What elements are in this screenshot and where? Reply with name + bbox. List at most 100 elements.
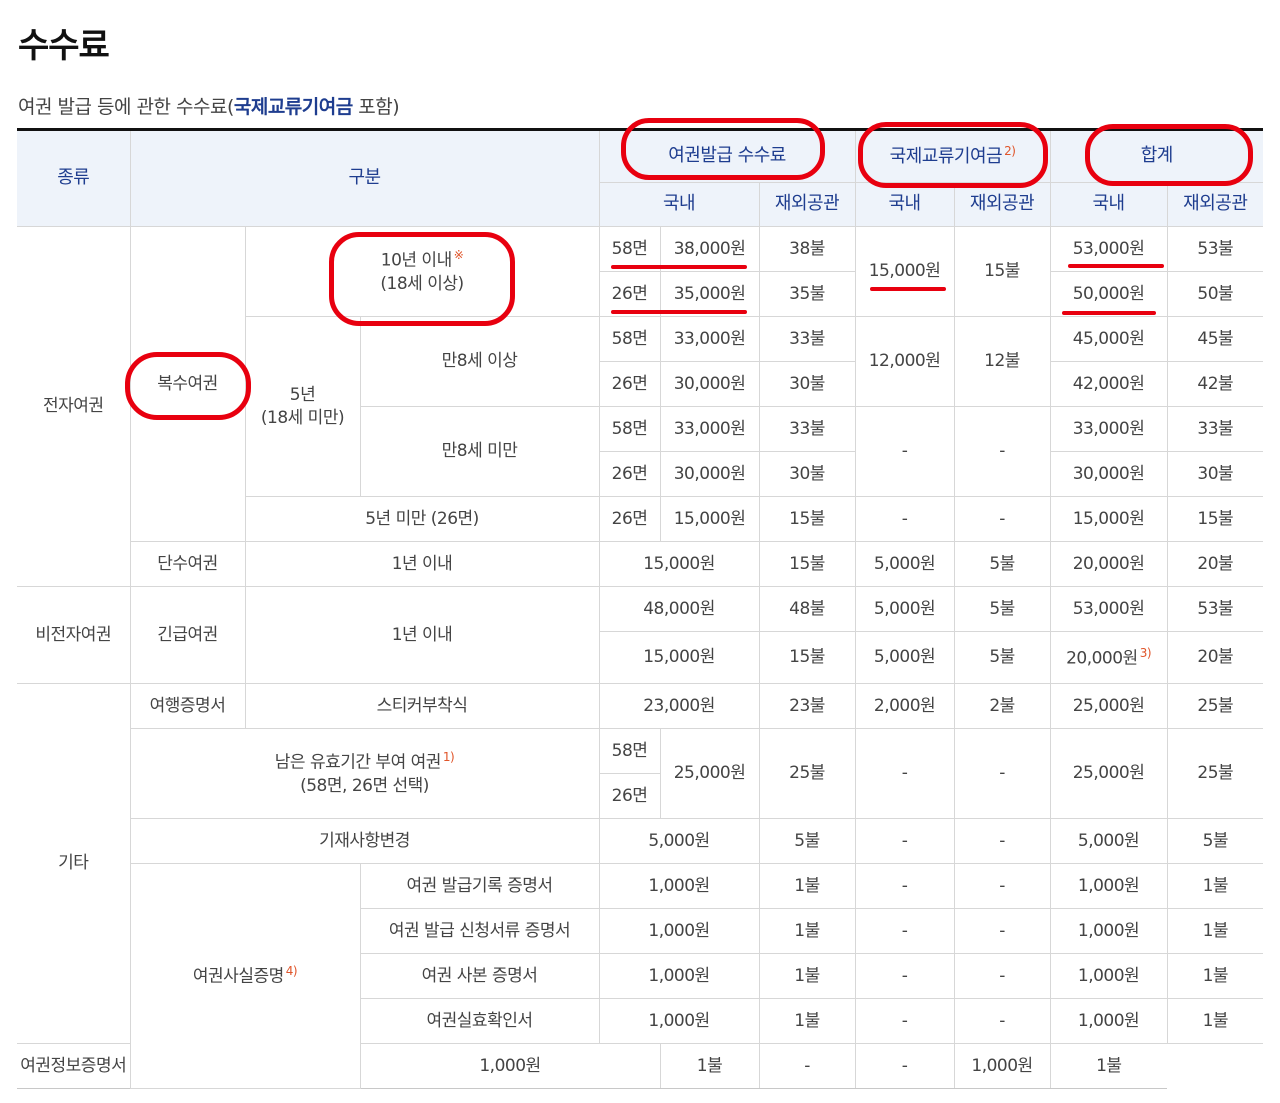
- cell-fee: 25,000원: [659, 728, 760, 819]
- cell-e-passport: 전자여권: [17, 226, 131, 587]
- annotation-underline: [611, 310, 747, 314]
- cell-total: 5불: [1166, 818, 1264, 864]
- cell-fee: 30불: [758, 361, 856, 407]
- cell-total: 50불: [1166, 271, 1264, 317]
- table-row: 단수여권 1년 이내 15,000원 15불 5,000원 5불 20,000원…: [17, 541, 1264, 587]
- cell-pages: 58면: [598, 406, 661, 452]
- annotation-oval-multiple: [125, 352, 251, 420]
- cell-total: 1불: [1166, 953, 1264, 999]
- cell-contribution: -: [854, 953, 955, 999]
- header-overseas: 재외공관: [758, 182, 856, 227]
- header-category: 구분: [129, 129, 600, 227]
- cell-fee: 1불: [758, 908, 856, 954]
- cell-total: 30불: [1166, 451, 1264, 497]
- cell-contribution: 12,000원: [854, 316, 955, 407]
- cell-total: 1,000원: [1049, 953, 1168, 999]
- cell-total: 42불: [1166, 361, 1264, 407]
- cell-fee: 15불: [758, 496, 856, 542]
- cell-fee: 1,000원: [598, 908, 760, 954]
- cell-contribution: -: [953, 728, 1051, 819]
- cell-cert-type: 여권 발급기록 증명서: [359, 863, 600, 909]
- cell-fee: 1불: [659, 1043, 760, 1089]
- cell-total: 33불: [1166, 406, 1264, 452]
- cell-modify: 기재사항변경: [130, 818, 600, 864]
- cell-contribution: 15,000원: [854, 226, 955, 317]
- cell-contribution: -: [953, 496, 1051, 542]
- cell-fee: 1,000원: [598, 998, 760, 1044]
- cell-fee: 23불: [758, 683, 856, 729]
- cell-under5: 5년 미만 (26면): [245, 496, 600, 542]
- cell-contribution: 2,000원: [854, 683, 955, 729]
- header-domestic: 국내: [1049, 182, 1168, 227]
- cell-contribution: 2불: [953, 683, 1051, 729]
- cell-contribution: -: [854, 998, 955, 1044]
- cell-total: 45불: [1166, 316, 1264, 362]
- cell-cert-type: 여권 발급 신청서류 증명서: [360, 908, 600, 954]
- cell-contribution: -: [854, 496, 955, 542]
- cell-fee: 48불: [758, 586, 856, 632]
- cell-total: 53불: [1166, 586, 1264, 632]
- cell-fee: 48,000원: [598, 586, 760, 632]
- annotation-underline: [1068, 264, 1164, 268]
- cell-total: 1불: [1049, 1043, 1168, 1089]
- cell-contribution: -: [854, 908, 955, 954]
- cell-contribution: -: [953, 998, 1051, 1044]
- cell-total: 33,000원: [1049, 406, 1168, 452]
- cell-pages: 26면: [599, 773, 661, 819]
- cell-total: 15불: [1166, 496, 1264, 542]
- cell-pages: 26면: [598, 496, 661, 542]
- annotation-underline: [870, 287, 946, 291]
- cell-fee: 30,000원: [659, 361, 760, 407]
- cell-cert-type: 여권 사본 증명서: [360, 953, 600, 999]
- cell-single-passport: 단수여권: [130, 541, 246, 587]
- cell-over8: 만8세 이상: [359, 316, 600, 407]
- header-overseas: 재외공관: [1166, 182, 1264, 227]
- cell-contribution: 15불: [953, 226, 1051, 317]
- cell-total: 53,000원: [1049, 586, 1168, 632]
- cell-contribution: 5불: [953, 631, 1051, 684]
- cell-contribution: 5,000원: [854, 586, 955, 632]
- cell-remaining: 남은 유효기간 부여 여권 1) (58면, 26면 선택): [130, 728, 600, 819]
- cell-total: 1,000원: [953, 1043, 1051, 1089]
- cell-fact-cert: 여권사실증명 4): [130, 863, 361, 1089]
- cell-sticker: 스티커부착식: [244, 683, 600, 729]
- cell-contribution: 5불: [953, 541, 1051, 587]
- cell-fee: 15,000원: [659, 496, 760, 542]
- cell-contribution: -: [854, 406, 955, 497]
- cell-contribution: -: [953, 818, 1051, 864]
- cell-fee: 15,000원: [598, 541, 760, 587]
- annotation-oval-total: [1085, 124, 1253, 186]
- cell-contribution: 12불: [953, 316, 1051, 407]
- cell-five-years: 5년 (18세 미만): [245, 316, 361, 497]
- cell-fee: 15불: [758, 631, 856, 684]
- cell-fee: 15,000원: [599, 631, 760, 684]
- cell-total: 45,000원: [1049, 316, 1168, 362]
- cell-fee: 30불: [758, 451, 856, 497]
- annotation-underline: [1062, 311, 1156, 315]
- header-overseas: 재외공관: [953, 182, 1051, 227]
- cell-total: 25,000원: [1049, 683, 1168, 729]
- cell-contribution: 5,000원: [854, 631, 955, 684]
- cell-within1: 1년 이내: [244, 541, 600, 587]
- cell-fee: 1불: [758, 998, 856, 1044]
- cell-contribution: -: [953, 908, 1051, 954]
- cell-total: 42,000원: [1049, 361, 1168, 407]
- header-domestic: 국내: [854, 182, 955, 227]
- cell-fee: 15불: [758, 541, 856, 587]
- cell-fee: 1,000원: [598, 953, 760, 999]
- cell-total: 20불: [1166, 541, 1264, 587]
- cell-fee: 35불: [758, 271, 856, 317]
- cell-total: 53불: [1166, 226, 1264, 272]
- cell-total: 25불: [1166, 683, 1264, 729]
- cell-contribution: -: [953, 863, 1051, 909]
- cell-pages: 26면: [599, 361, 661, 407]
- table-row: 기타 여행증명서 스티커부착식 23,000원 23불 2,000원 2불 25…: [17, 683, 1264, 1044]
- cell-emergency: 긴급여권: [129, 586, 246, 684]
- table-row: 여권사실증명 4) 여권 발급기록 증명서 1,000원 1불 - - 1,000…: [17, 863, 1264, 1089]
- cell-contribution: -: [854, 818, 955, 864]
- cell-total: 1불: [1166, 908, 1264, 954]
- cell-total: 5,000원: [1049, 818, 1168, 864]
- cell-within1: 1년 이내: [244, 586, 600, 684]
- annotation-underline: [611, 265, 747, 269]
- cell-fee: 5불: [758, 818, 856, 864]
